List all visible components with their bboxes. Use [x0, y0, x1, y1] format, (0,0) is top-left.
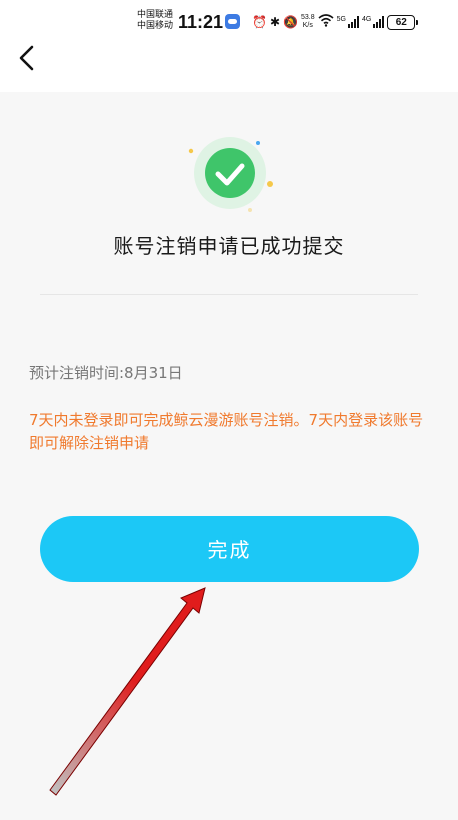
carrier-info: 中国联通 中国移动 — [137, 10, 173, 32]
signal-4g-icon: 4G — [361, 16, 385, 28]
battery-icon: 62 — [387, 14, 419, 30]
mute-icon: 🔕 — [283, 15, 298, 29]
chevron-left-icon — [19, 45, 34, 71]
app-notification-icon — [225, 14, 240, 29]
net-speed-unit: K/s — [302, 22, 313, 29]
alarm-icon: ⏰ — [252, 15, 267, 29]
estimated-deletion-time: 预计注销时间:8月31日 — [29, 364, 183, 382]
status-bar: 中国联通 中国移动 11:21 ⏰ ✱ 🔕 53.8 K/s 5G 4G 62 — [0, 0, 458, 44]
network-1: 5G — [336, 16, 346, 23]
wifi-icon — [318, 14, 334, 30]
success-check-icon — [188, 137, 273, 212]
battery-level: 62 — [387, 14, 416, 30]
net-speed-value: 53.8 — [300, 14, 315, 21]
network-2: 4G — [361, 16, 372, 23]
deletion-notice: 7天内未登录即可完成鲸云漫游账号注销。7天内登录该账号即可解除注销申请 — [29, 411, 424, 452]
carrier-1: 中国联通 — [137, 10, 174, 20]
bluetooth-icon: ✱ — [269, 15, 281, 29]
done-button[interactable]: 完成 — [40, 516, 419, 582]
divider — [40, 294, 418, 295]
result-panel: 账号注销申请已成功提交 预计注销时间:8月31日 7天内未登录即可完成鲸云漫游账… — [0, 92, 458, 820]
signal-5g-icon: 5G — [337, 16, 359, 28]
net-speed: 53.8 K/s — [301, 14, 315, 30]
status-time: 11:21 — [178, 12, 224, 32]
carrier-2: 中国移动 — [137, 21, 174, 31]
page-title: 账号注销申请已成功提交 — [113, 234, 345, 258]
system-icons: ⏰ ✱ 🔕 53.8 K/s 5G 4G 62 — [252, 13, 419, 31]
back-button[interactable] — [10, 40, 46, 76]
